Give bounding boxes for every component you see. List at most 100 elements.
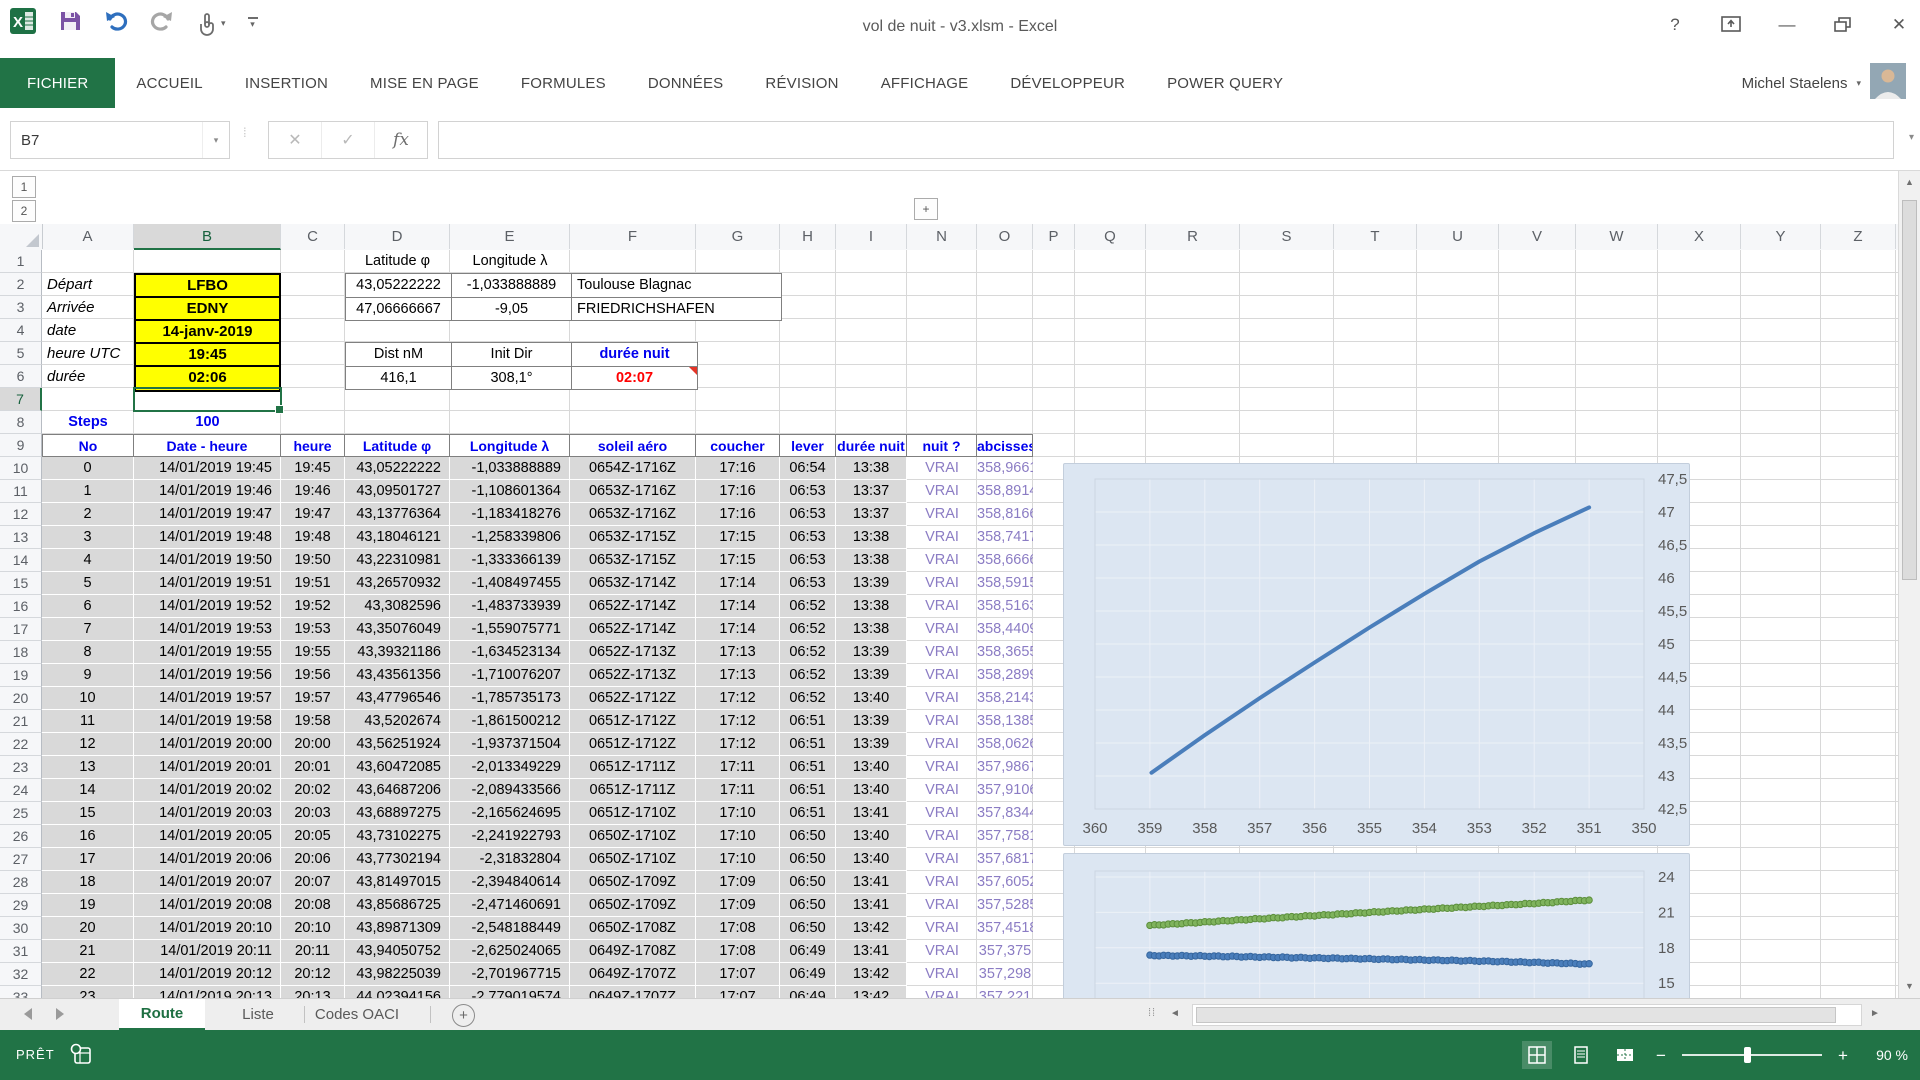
table-row-6-col-E[interactable]: -1,483733939 [450, 595, 570, 618]
table-row-1-col-A[interactable]: 1 [42, 480, 134, 503]
close-icon[interactable]: ✕ [1884, 12, 1914, 38]
table-row-12-col-N[interactable]: VRAI [907, 733, 977, 756]
table-row-19-col-D[interactable]: 43,85686725 [345, 894, 450, 917]
table-row-22-col-E[interactable]: -2,701967715 [450, 963, 570, 986]
table-row-19-col-C[interactable]: 20:08 [281, 894, 345, 917]
table-row-8-col-F[interactable]: 0652Z-1713Z [570, 641, 696, 664]
table-row-0-col-I[interactable]: 13:38 [836, 457, 907, 480]
table-row-15-col-I[interactable]: 13:41 [836, 802, 907, 825]
row-header-5[interactable]: 5 [0, 342, 42, 365]
table-row-12-col-G[interactable]: 17:12 [696, 733, 780, 756]
table-row-23-col-G[interactable]: 17:07 [696, 986, 780, 998]
table-row-18-col-F[interactable]: 0650Z-1709Z [570, 871, 696, 894]
table-row-19-col-E[interactable]: -2,471460691 [450, 894, 570, 917]
table-row-17-col-A[interactable]: 17 [42, 848, 134, 871]
table-row-8-col-O[interactable]: 358,3655 [977, 641, 1033, 664]
column-header-D[interactable]: D [345, 224, 450, 249]
table-row-15-col-H[interactable]: 06:51 [780, 802, 836, 825]
account-area[interactable]: Michel Staelens ▾ [1742, 58, 1906, 108]
table-row-7-col-B[interactable]: 14/01/2019 19:53 [134, 618, 281, 641]
table-row-12-col-C[interactable]: 20:00 [281, 733, 345, 756]
table-row-2-col-I[interactable]: 13:37 [836, 503, 907, 526]
table-row-14-col-A[interactable]: 14 [42, 779, 134, 802]
table-row-10-col-D[interactable]: 43,47796546 [345, 687, 450, 710]
table-row-13-col-C[interactable]: 20:01 [281, 756, 345, 779]
table-row-20-col-C[interactable]: 20:10 [281, 917, 345, 940]
table-row-9-col-D[interactable]: 43,43561356 [345, 664, 450, 687]
info-label-5[interactable]: heure UTC [42, 342, 134, 365]
info-value-3[interactable]: EDNY [136, 298, 279, 321]
table-row-20-col-B[interactable]: 14/01/2019 20:10 [134, 917, 281, 940]
zoom-out-icon[interactable]: − [1654, 1047, 1668, 1064]
table-row-17-col-D[interactable]: 43,77302194 [345, 848, 450, 871]
table-row-0-col-B[interactable]: 14/01/2019 19:45 [134, 457, 281, 480]
table-row-0-col-E[interactable]: -1,033888889 [450, 457, 570, 480]
table-row-17-col-B[interactable]: 14/01/2019 20:06 [134, 848, 281, 871]
table-row-10-col-I[interactable]: 13:40 [836, 687, 907, 710]
column-header-Y[interactable]: Y [1741, 224, 1821, 249]
table-row-17-col-C[interactable]: 20:06 [281, 848, 345, 871]
name-box-dropdown-icon[interactable]: ▾ [202, 122, 229, 158]
table-row-5-col-D[interactable]: 43,26570932 [345, 572, 450, 595]
table-row-11-col-E[interactable]: -1,861500212 [450, 710, 570, 733]
table-row-10-col-C[interactable]: 19:57 [281, 687, 345, 710]
info-value-2[interactable]: LFBO [136, 275, 279, 298]
table-row-10-col-A[interactable]: 10 [42, 687, 134, 710]
table-row-20-col-A[interactable]: 20 [42, 917, 134, 940]
table-header-G[interactable]: coucher [696, 434, 780, 457]
table-row-6-col-H[interactable]: 06:52 [780, 595, 836, 618]
macro-record-icon[interactable] [70, 1043, 92, 1070]
table-row-4-col-F[interactable]: 0653Z-1715Z [570, 549, 696, 572]
table-row-4-col-A[interactable]: 4 [42, 549, 134, 572]
table-row-7-col-C[interactable]: 19:53 [281, 618, 345, 641]
row-header-8[interactable]: 8 [0, 411, 42, 434]
table-row-9-col-A[interactable]: 9 [42, 664, 134, 687]
table-row-2-col-B[interactable]: 14/01/2019 19:47 [134, 503, 281, 526]
table-row-6-col-I[interactable]: 13:38 [836, 595, 907, 618]
table-row-16-col-G[interactable]: 17:10 [696, 825, 780, 848]
row-header-32[interactable]: 32 [0, 963, 42, 986]
table-row-11-col-N[interactable]: VRAI [907, 710, 977, 733]
table-row-14-col-C[interactable]: 20:02 [281, 779, 345, 802]
table-row-14-col-I[interactable]: 13:40 [836, 779, 907, 802]
table-row-5-col-B[interactable]: 14/01/2019 19:51 [134, 572, 281, 595]
table-row-7-col-O[interactable]: 358,4409 [977, 618, 1033, 641]
table-row-3-col-O[interactable]: 358,7417 [977, 526, 1033, 549]
table-row-23-col-N[interactable]: VRAI [907, 986, 977, 998]
table-row-23-col-O[interactable]: 357,221 [977, 986, 1033, 998]
enter-icon[interactable]: ✓ [322, 122, 375, 158]
row-header-25[interactable]: 25 [0, 802, 42, 825]
table-row-18-col-A[interactable]: 18 [42, 871, 134, 894]
table-row-7-col-F[interactable]: 0652Z-1714Z [570, 618, 696, 641]
table-row-17-col-G[interactable]: 17:10 [696, 848, 780, 871]
table-row-3-col-C[interactable]: 19:48 [281, 526, 345, 549]
table-row-17-col-I[interactable]: 13:40 [836, 848, 907, 871]
column-header-C[interactable]: C [281, 224, 345, 249]
ribbon-tab-affichage[interactable]: AFFICHAGE [881, 58, 969, 108]
table-row-20-col-F[interactable]: 0650Z-1708Z [570, 917, 696, 940]
customize-quick-access-icon[interactable]: ▾ [248, 17, 258, 30]
init-dir-header[interactable]: Init Dir [451, 343, 571, 366]
table-row-11-col-H[interactable]: 06:51 [780, 710, 836, 733]
table-row-12-col-I[interactable]: 13:39 [836, 733, 907, 756]
zoom-in-icon[interactable]: + [1836, 1047, 1850, 1064]
latitude-line-chart[interactable]: 36035935835735635535435335235135042,5434… [1063, 463, 1690, 846]
latitude-header[interactable]: Latitude φ [345, 250, 450, 273]
zoom-slider-thumb[interactable] [1744, 1047, 1751, 1063]
table-row-10-col-N[interactable]: VRAI [907, 687, 977, 710]
table-row-8-col-H[interactable]: 06:52 [780, 641, 836, 664]
table-row-4-col-E[interactable]: -1,333366139 [450, 549, 570, 572]
table-row-21-col-I[interactable]: 13:41 [836, 940, 907, 963]
table-row-14-col-E[interactable]: -2,089433566 [450, 779, 570, 802]
table-row-18-col-I[interactable]: 13:41 [836, 871, 907, 894]
table-header-A[interactable]: No [42, 434, 134, 457]
table-row-2-col-E[interactable]: -1,183418276 [450, 503, 570, 526]
table-header-F[interactable]: soleil aéro [570, 434, 696, 457]
table-row-7-col-G[interactable]: 17:14 [696, 618, 780, 641]
table-row-3-col-B[interactable]: 14/01/2019 19:48 [134, 526, 281, 549]
table-row-6-col-G[interactable]: 17:14 [696, 595, 780, 618]
table-row-9-col-G[interactable]: 17:13 [696, 664, 780, 687]
table-row-22-col-O[interactable]: 357,298 [977, 963, 1033, 986]
table-row-22-col-G[interactable]: 17:07 [696, 963, 780, 986]
row-header-2[interactable]: 2 [0, 273, 42, 296]
